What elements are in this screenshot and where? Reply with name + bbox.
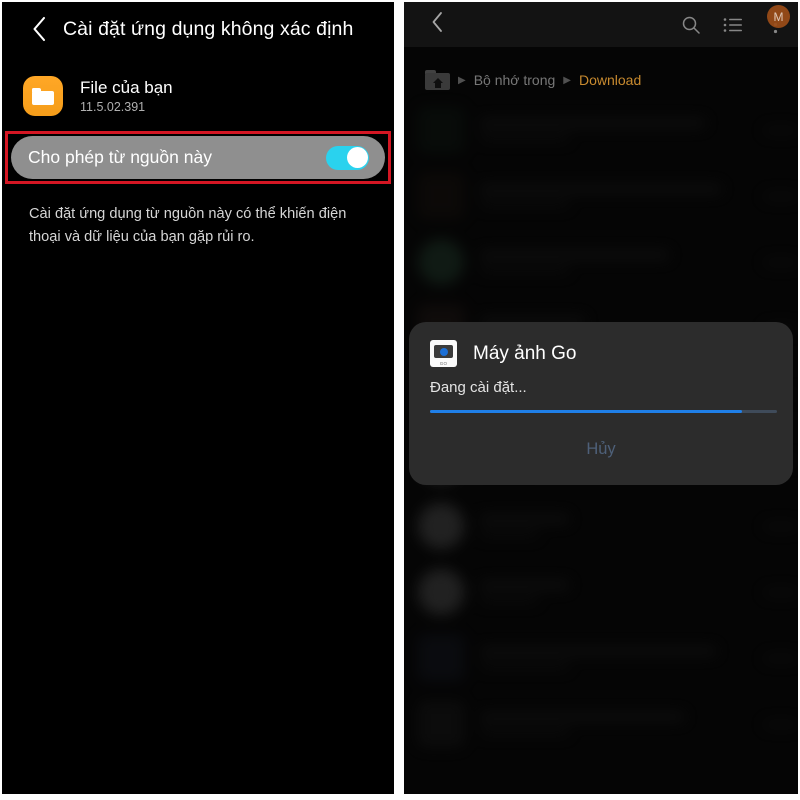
- folder-body: [32, 90, 54, 105]
- install-progress-bar: [430, 410, 777, 413]
- chevron-left-icon: [431, 11, 444, 38]
- app-info-row[interactable]: File của bạn 11.5.02.391: [2, 68, 394, 124]
- dialog-status-text: Đang cài đặt...: [430, 379, 527, 396]
- chevron-left-icon: [32, 16, 47, 42]
- home-folder-body: [425, 73, 450, 90]
- folder-icon: [23, 76, 63, 116]
- file-manager-screen: M ▶ Bộ nhớ trong ▶ Download GO Máy ảnh G…: [404, 2, 798, 794]
- breadcrumb-item-download[interactable]: Download: [579, 72, 641, 88]
- list-view-icon[interactable]: [716, 8, 750, 42]
- breadcrumb-separator: ▶: [458, 74, 466, 86]
- settings-header: Cài đặt ứng dụng không xác định: [2, 10, 394, 48]
- cancel-button[interactable]: Hủy: [409, 440, 793, 459]
- warning-description: Cài đặt ứng dụng từ nguồn này có thể khi…: [29, 206, 347, 245]
- avatar[interactable]: M: [767, 5, 790, 28]
- red-highlight-annotation: [5, 131, 391, 184]
- install-progress-fill: [430, 410, 743, 413]
- app-text-block: File của bạn 11.5.02.391: [80, 77, 173, 116]
- dialog-header: GO Máy ảnh Go: [409, 322, 793, 367]
- breadcrumb-item-internal-storage[interactable]: Bộ nhớ trong: [474, 72, 556, 88]
- page-title: Cài đặt ứng dụng không xác định: [63, 17, 354, 40]
- search-icon[interactable]: [674, 8, 708, 42]
- back-button[interactable]: [20, 10, 58, 48]
- camera-body: [434, 345, 453, 358]
- home-folder-icon[interactable]: [425, 70, 450, 90]
- app-version: 11.5.02.391: [80, 99, 146, 114]
- breadcrumb: ▶ Bộ nhớ trong ▶ Download: [404, 64, 798, 96]
- back-button[interactable]: [420, 8, 454, 42]
- camera-lens: [439, 347, 448, 356]
- house-glyph: [432, 78, 443, 88]
- camera-go-icon: GO: [430, 340, 457, 367]
- install-progress-dialog: GO Máy ảnh Go Đang cài đặt... Hủy: [409, 322, 793, 485]
- dialog-app-name: Máy ảnh Go: [473, 342, 577, 364]
- breadcrumb-separator: ▶: [563, 74, 571, 86]
- camera-go-label: GO: [439, 360, 448, 366]
- folder-glyph: [32, 87, 54, 105]
- file-manager-toolbar: M: [404, 2, 798, 47]
- unknown-sources-settings-screen: Cài đặt ứng dụng không xác định File của…: [2, 2, 394, 794]
- screenshot-root: Cài đặt ứng dụng không xác định File của…: [0, 0, 800, 800]
- app-name: File của bạn: [80, 77, 173, 97]
